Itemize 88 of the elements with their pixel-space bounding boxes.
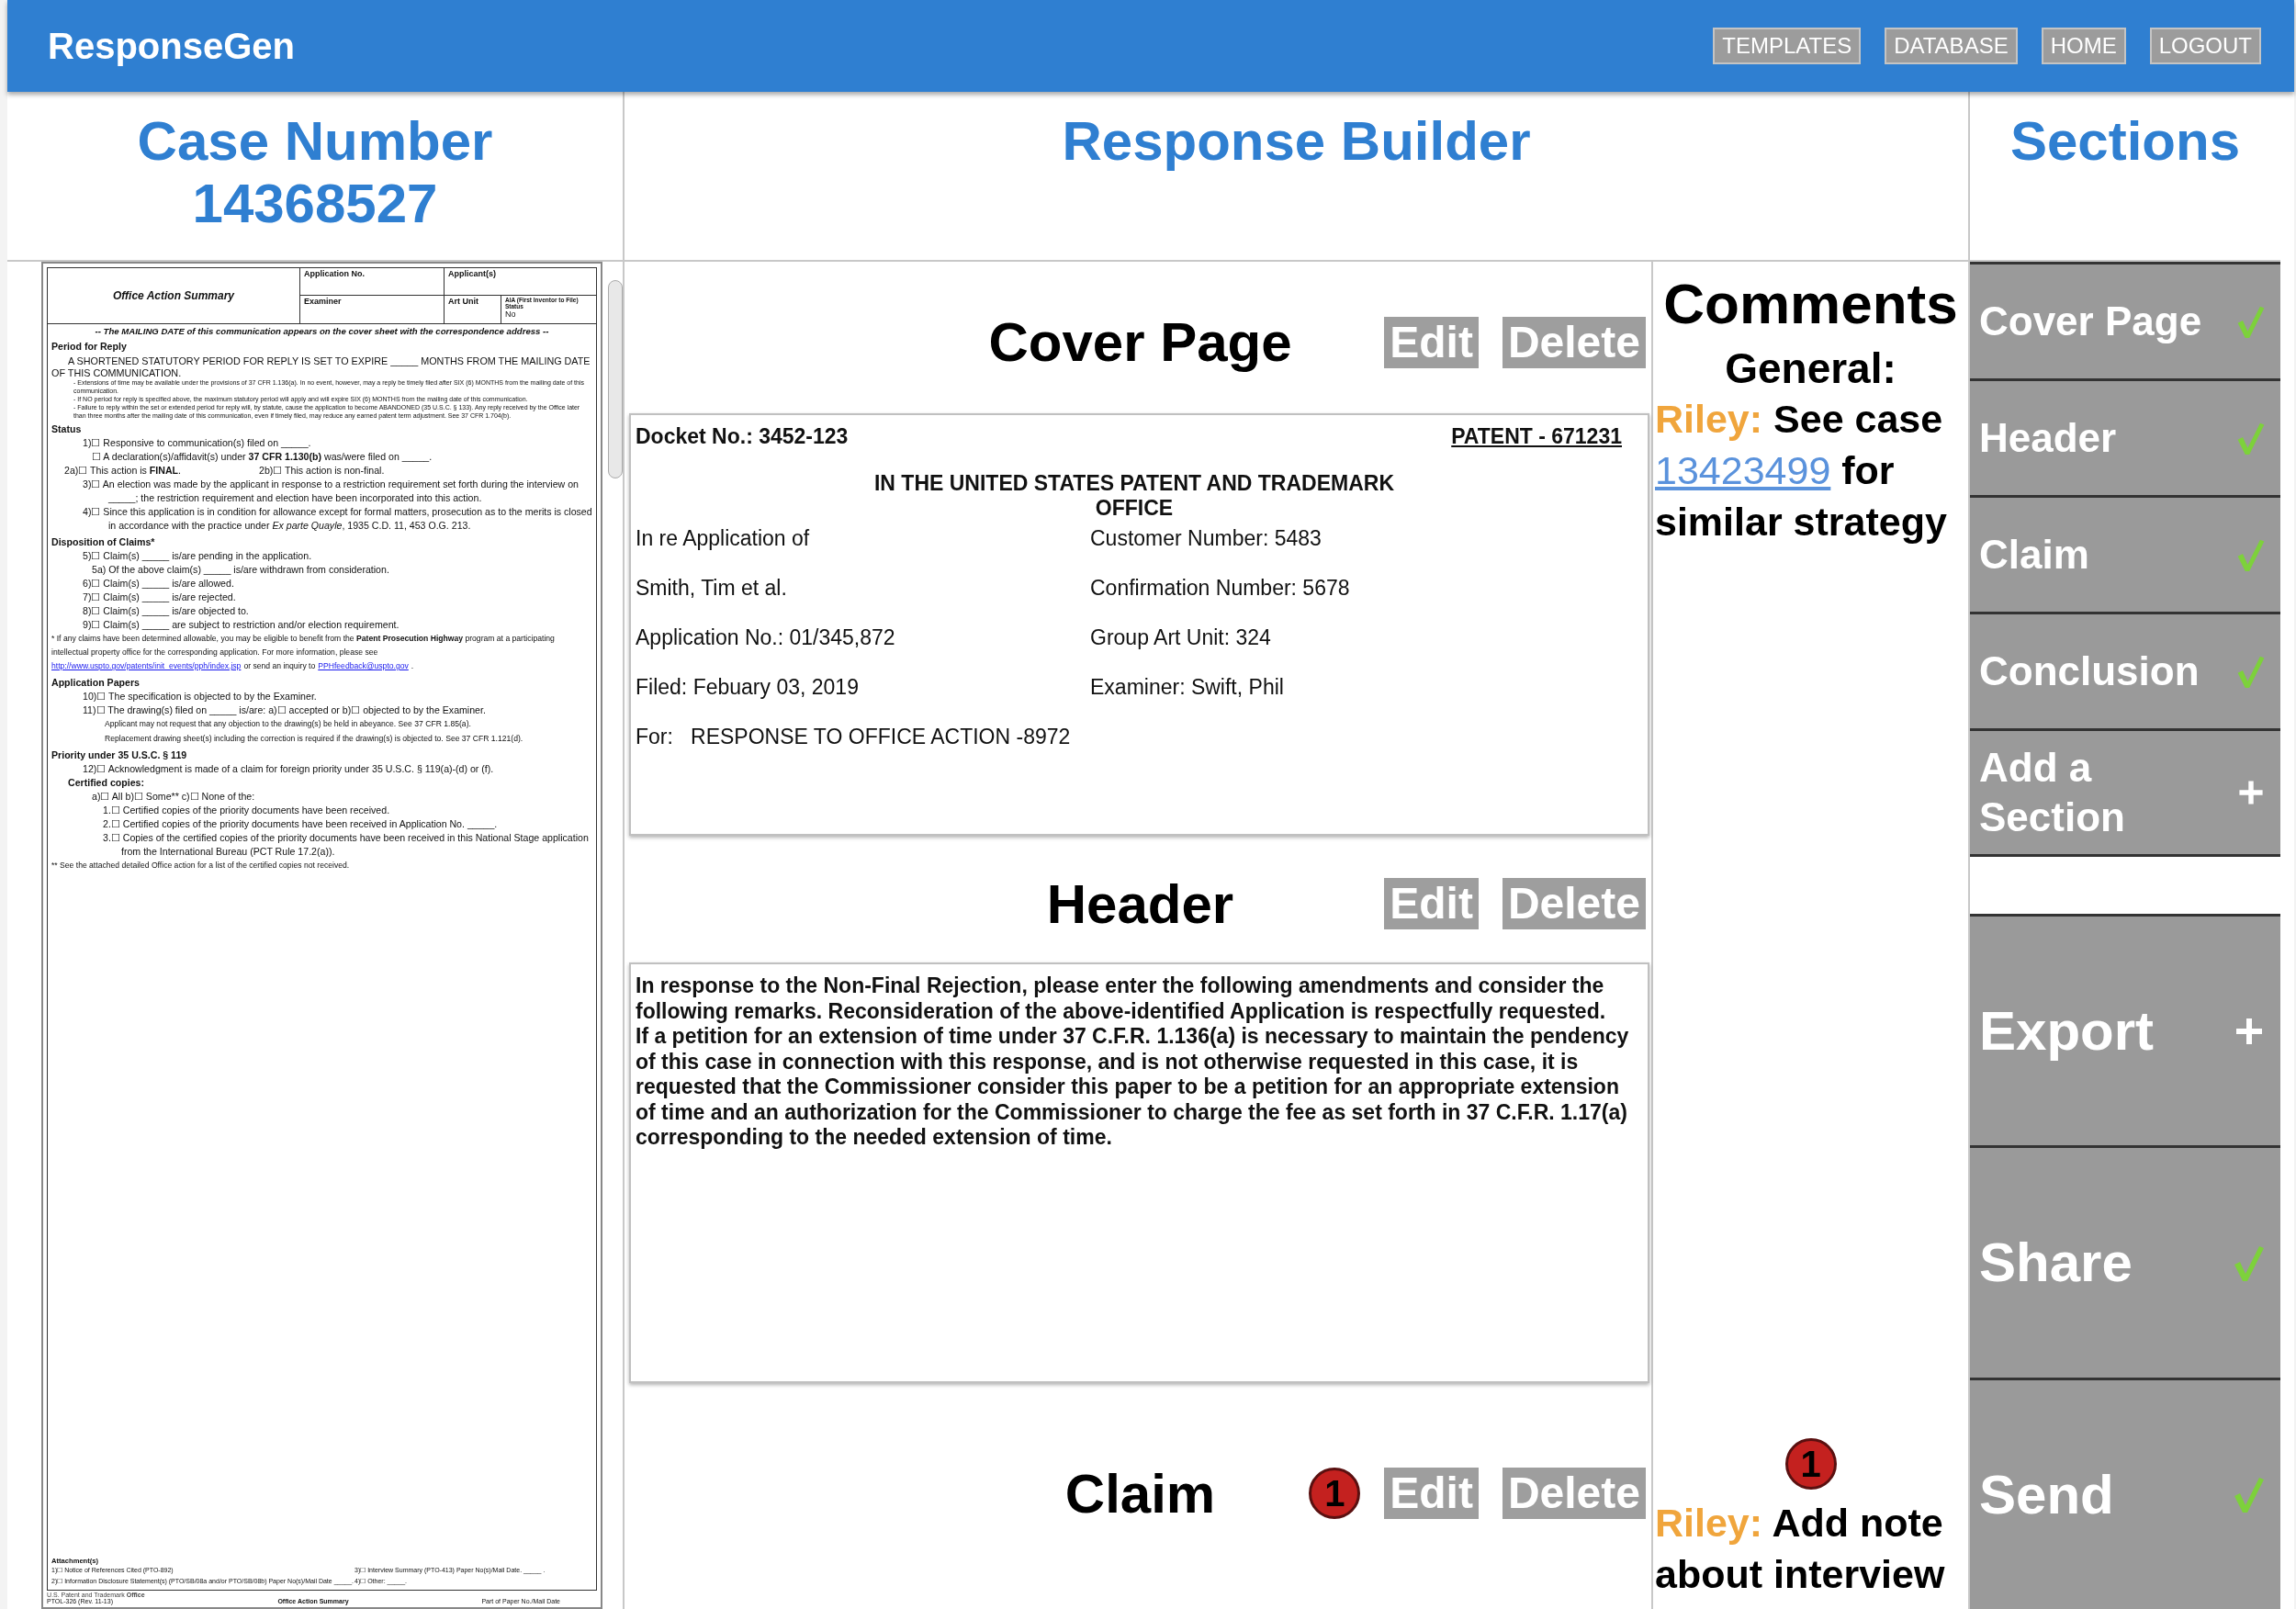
action-button[interactable]: Edit <box>1384 878 1479 929</box>
sidebar-item[interactable]: Share <box>1970 1145 2280 1378</box>
doc-text: ☐ A declaration(s)/affidavit(s) under 37 CFR 1.130(b) was/were filed on _____. <box>91 450 433 464</box>
doc-heading: Status <box>51 422 83 436</box>
section-title: Header <box>1046 872 1234 936</box>
action-button[interactable]: Delete <box>1502 878 1646 929</box>
sidebar-title: Sections <box>2009 110 2241 173</box>
comment-text: Riley: Add note about interview <box>1654 1500 1946 1598</box>
sidebar-item[interactable]: Add a Section <box>1970 728 2280 857</box>
doc-text: 6)☐ Claim(s) _____ is/are allowed. <box>82 577 235 591</box>
doc-text: 3.☐ Copies of the certified copies of the priority documents have been received in this National Stage application from the International Bureau (PCT Rule 17.2(a)). <box>102 831 590 859</box>
doc-text: A SHORTENED STATUTORY PERIOD FOR REPLY IS SET TO EXPIRE _____ MONTHS FROM THE MAILING DATE OF THIS COMMUNICATION. <box>51 355 591 378</box>
doc-text: 10)☐ The specification is objected to by the Examiner. <box>82 690 318 703</box>
doc-label: Art Unit <box>448 297 478 306</box>
nav-button[interactable]: TEMPLATES <box>1713 28 1862 64</box>
doc-text: 3)☐ An election was made by the applicant in response to a restriction requirement set forth during the interview on _____; the restriction requirement and election have been incorporated into this action. <box>82 478 580 505</box>
section-title: Cover Page <box>988 310 1292 374</box>
action-button[interactable]: Delete <box>1502 316 1646 368</box>
doc-text: 9)☐ Claim(s) _____ are subject to restriction and/or election requirement. <box>82 618 400 632</box>
doc-text: Applicant may not request that any objection to the drawing(s) be held in abeyance. See 37 CFR 1.85(a). <box>104 718 472 730</box>
doc-text: 1)☐ Responsive to communication(s) filed on _____. <box>82 436 312 450</box>
sidebar-item[interactable]: Send <box>1970 1377 2280 1609</box>
doc-text: a)☐ All b)☐ Some** c)☐ None of the: <box>91 790 256 804</box>
patent-number: PATENT - 671231 <box>1451 424 1622 449</box>
doc-heading: Priority under 35 U.S.C. § 119 <box>51 748 188 762</box>
doc-text: 1.☐ Certified copies of the priority documents have been received. <box>102 804 391 817</box>
action-button[interactable]: Edit <box>1384 1468 1479 1519</box>
doc-text: No <box>505 309 517 319</box>
doc-text: . <box>411 660 414 672</box>
doc-label: Applicant(s) <box>448 269 496 278</box>
doc-text: 2.☐ Certified copies of the priority documents have been received in Application No. _____. <box>102 817 499 831</box>
paragraph-text: In response to the Non-Final Rejection, please enter the following amendments and consider the following remarks. Reconsideration of the above-identified Application is respectfully requested. <box>636 973 1607 1024</box>
doc-title: Office Action Summary <box>112 289 234 302</box>
document-heading: IN THE UNITED STATES PATENT AND TRADEMARK OFFICE <box>872 471 1395 521</box>
doc-text: -- The MAILING DATE of this communication appears on the cover sheet with the correspondence address -- <box>94 326 550 337</box>
doc-text: 5a) Of the above claim(s) _____ is/are withdrawn from consideration. <box>91 563 390 577</box>
sidebar-item[interactable]: Header <box>1970 378 2280 495</box>
notification-badge: 1 <box>1309 1468 1361 1519</box>
doc-text: Replacement drawing sheet(s) including the correction is required if the drawing(s) is objected to. See 37 CFR 1.121(d). <box>104 732 524 745</box>
doc-heading: Disposition of Claims* <box>51 535 156 549</box>
doc-label: Application No. <box>304 269 365 278</box>
case-number: 14368527 <box>192 173 438 235</box>
doc-link[interactable]: PPHfeedback@uspto.gov <box>318 659 409 673</box>
comment-heading: General: <box>1725 343 1896 393</box>
field-text: Filed: Febuary 03, 2019 <box>636 675 860 700</box>
sidebar-item[interactable]: Export <box>1970 914 2280 1146</box>
doc-text: 7)☐ Claim(s) _____ is/are rejected. <box>82 591 237 604</box>
field-text: Examiner: Swift, Phil <box>1090 675 1285 700</box>
docket-number: Docket No.: 3452-123 <box>636 424 849 449</box>
doc-text: 5)☐ Claim(s) _____ is/are pending in the application. <box>82 549 313 563</box>
doc-text: 11)☐ The drawing(s) filed on _____ is/are: a)☐ accepted or b)☐ objected to by the Examiner. <box>82 703 487 717</box>
doc-label: Examiner <box>304 297 342 306</box>
sidebar-item[interactable]: Cover Page <box>1970 262 2280 378</box>
field-text: Application No.: 01/345,872 <box>636 625 896 650</box>
sidebar-item[interactable]: Conclusion <box>1970 612 2280 728</box>
scrollbar-thumb[interactable] <box>608 280 623 478</box>
doc-heading: Application Papers <box>51 676 141 690</box>
field-text: Confirmation Number: 5678 <box>1090 576 1351 601</box>
field-text: Customer Number: 5483 <box>1090 526 1322 551</box>
paragraph-text: If a petition for an extension of time under 37 C.F.R. 1.136(a) is necessary to maintain the pendency of this case in connection with this response, and is not otherwise requested in this case, it is requested that the Commissioner consider this paper to be a petition for an appropriate extension of time and an authorization for the Commissioner to charge the fee as set forth in 37 C.F.R. 1.17(a) corresponding to the needed extension of time. <box>636 1024 1630 1151</box>
field-text: For: RESPONSE TO OFFICE ACTION -8972 <box>636 725 1072 749</box>
nav-button[interactable]: HOME <box>2041 28 2126 64</box>
doc-text: ** See the attached detailed Office action for a list of the certified copies not received. <box>51 860 351 872</box>
doc-heading: Period for Reply <box>51 340 128 354</box>
doc-text: 2b)☐ This action is non-final. <box>259 464 386 478</box>
field-text: In re Application of <box>636 526 811 551</box>
doc-text: 4)☐ Since this application is in condition for allowance except for formal matters, prosecution as to the merits is closed in accordance with the practice under Ex parte Quayle, 1935 C.D. 11, 453 O.G. 213. <box>82 505 592 533</box>
section-title: Claim <box>1064 1461 1216 1525</box>
field-text: Group Art Unit: 324 <box>1090 625 1272 650</box>
sidebar-item[interactable]: Claim <box>1970 495 2280 612</box>
action-button[interactable]: Edit <box>1384 316 1479 368</box>
doc-text: or send an inquiry to <box>243 660 316 672</box>
notification-badge: 1 <box>1784 1438 1837 1490</box>
comment-text: Riley: See case 13423499 for similar strategy <box>1654 396 1948 546</box>
field-text: Smith, Tim et al. <box>636 576 788 601</box>
doc-text: 8)☐ Claim(s) _____ is/are objected to. <box>82 604 250 618</box>
doc-link[interactable]: http://www.uspto.gov/patents/init_events/pph/index.jsp <box>51 659 242 673</box>
app-logo: ResponseGen <box>48 25 295 67</box>
case-link[interactable]: 13423499 <box>1655 448 1831 492</box>
action-button[interactable]: Delete <box>1502 1468 1646 1519</box>
comments-title: Comments <box>1663 271 1958 336</box>
case-label: Case Number <box>137 110 493 173</box>
nav-button[interactable]: LOGOUT <box>2149 28 2261 64</box>
nav-button[interactable]: DATABASE <box>1885 28 2018 64</box>
doc-heading: Certified copies: <box>67 776 145 790</box>
doc-text: 12)☐ Acknowledgment is made of a claim for foreign priority under 35 U.S.C. § 119(a)-(d) or (f). <box>82 762 495 776</box>
page-title: Response Builder <box>1062 110 1531 173</box>
doc-text: 2a)☐ This action is FINAL. <box>64 464 182 478</box>
